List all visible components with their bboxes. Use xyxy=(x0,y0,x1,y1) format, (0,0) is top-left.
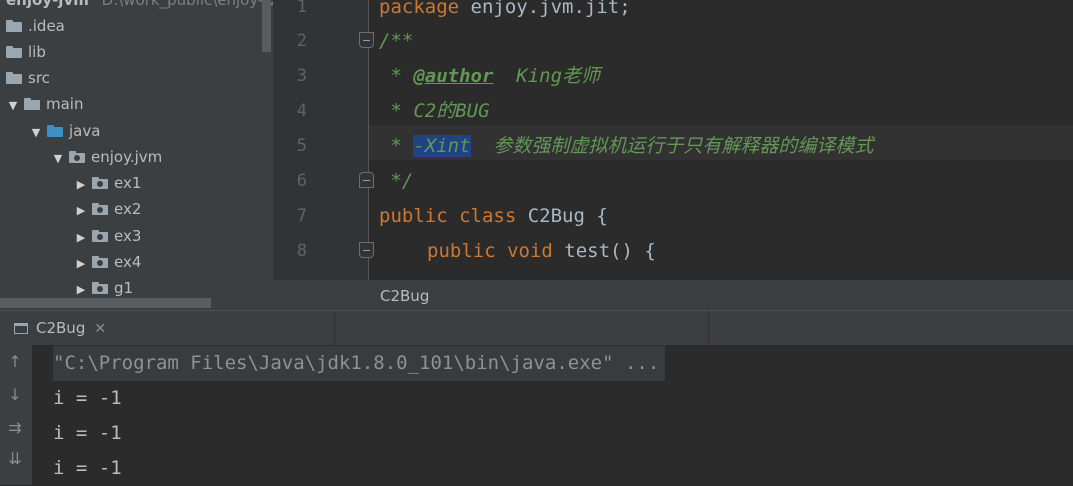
keyword-token: public xyxy=(379,205,448,227)
console-output-line: i = -1 xyxy=(53,387,122,409)
folder-icon xyxy=(6,20,22,32)
line-number: 8 xyxy=(296,241,307,261)
run-window-header: C2Bug ✕ xyxy=(0,310,1073,345)
tree-item-label: main xyxy=(46,95,84,113)
folder-icon xyxy=(6,46,22,58)
code-line-4: * C2的BUG xyxy=(379,100,490,122)
tree-vertical-scrollbar[interactable] xyxy=(262,0,271,52)
package-icon xyxy=(92,282,108,294)
console-command-line: "C:\Program Files\Java\jdk1.8.0_101\bin\… xyxy=(53,346,666,381)
code-token: test() { xyxy=(552,240,656,262)
tree-root-path: D:\work_public\enjoy-jvm xyxy=(101,0,273,9)
console-output[interactable]: "C:\Program Files\Java\jdk1.8.0_101\bin\… xyxy=(32,345,1073,485)
tree-item-lib[interactable]: lib xyxy=(6,39,46,65)
tree-item-label: enjoy.jvm xyxy=(91,148,163,166)
arrow-up-icon[interactable]: ↑ xyxy=(5,352,25,372)
code-token: enjoy.jvm.jit; xyxy=(459,0,631,18)
keyword-token: void xyxy=(507,240,553,262)
line-number: 7 xyxy=(296,206,307,226)
package-icon xyxy=(92,203,108,215)
fold-collapse-icon[interactable] xyxy=(359,32,374,48)
line-number: 2 xyxy=(296,31,307,51)
fold-collapse-icon[interactable] xyxy=(359,242,374,258)
tree-item-label: src xyxy=(28,69,50,87)
breadcrumb-class-label[interactable]: C2Bug xyxy=(380,280,429,312)
code-line-3: * @author King老师 xyxy=(379,59,600,94)
expand-arrow-icon[interactable]: ▼ xyxy=(29,120,43,146)
line-number: 4 xyxy=(296,101,307,121)
tree-item-label: .idea xyxy=(28,17,65,35)
tree-item-label: ex1 xyxy=(114,174,142,192)
code-line-6: */ xyxy=(379,170,414,192)
package-icon xyxy=(92,256,108,268)
doc-token: * xyxy=(379,135,414,157)
tree-horizontal-scrollbar[interactable] xyxy=(0,298,211,308)
project-tree-panel: enjoy-jvm D:\work_public\enjoy-jvm .idea… xyxy=(0,0,273,310)
run-side-toolbar: ↑ ↓ ⇉ ⇊ xyxy=(0,345,32,485)
keyword-token: package xyxy=(379,0,460,18)
code-line-1: package enjoy.jvm.jit; xyxy=(379,0,631,25)
tree-item-ex4[interactable]: ▶ ex4 xyxy=(74,249,142,277)
code-line-8: public void test() { xyxy=(427,234,656,269)
doc-tag-token: @author xyxy=(413,65,494,87)
tree-item-label: ex4 xyxy=(114,253,142,271)
arrow-down-icon[interactable]: ↓ xyxy=(5,385,25,405)
tree-item-main[interactable]: ▼ main xyxy=(6,91,84,119)
line-number: 5 xyxy=(296,136,307,156)
code-editor[interactable]: 1 2 3 4 5 6 7 8 package enjoy.jvm.jit; /… xyxy=(273,0,1073,280)
package-icon xyxy=(69,151,85,163)
tree-item-ex1[interactable]: ▶ ex1 xyxy=(74,170,142,198)
tree-item-java[interactable]: ▼ java xyxy=(29,118,101,146)
tree-root-label: enjoy-jvm xyxy=(6,0,89,9)
tree-item-label: ex2 xyxy=(114,200,142,218)
line-number: 6 xyxy=(296,171,307,191)
doc-token: King老师 xyxy=(493,65,601,87)
collapsed-arrow-icon[interactable]: ▶ xyxy=(74,251,88,277)
tree-item-ex3[interactable]: ▶ ex3 xyxy=(74,223,142,251)
console-output-line: i = -1 xyxy=(53,422,122,444)
tree-item-label: lib xyxy=(28,43,46,61)
code-token: C2Bug { xyxy=(516,205,608,227)
scroll-to-end-icon[interactable]: ⇊ xyxy=(5,449,25,469)
doc-token: 参数强制虚拟机运行于只有解释器的编译模式 xyxy=(470,135,874,157)
editor-breadcrumb-bar: C2Bug xyxy=(273,280,1073,310)
tree-root-row[interactable]: enjoy-jvm D:\work_public\enjoy-jvm xyxy=(6,0,273,13)
tree-item-label: java xyxy=(69,122,101,140)
doc-token: * xyxy=(379,65,414,87)
console-output-line: i = -1 xyxy=(53,457,122,479)
tree-item-idea[interactable]: .idea xyxy=(6,13,65,39)
line-number: 1 xyxy=(296,0,307,17)
source-folder-icon xyxy=(47,125,63,137)
run-tab-label: C2Bug xyxy=(36,319,86,337)
keyword-token: class xyxy=(459,205,517,227)
tree-item-label: g1 xyxy=(114,279,134,297)
run-tab-c2bug[interactable]: C2Bug ✕ xyxy=(14,311,106,345)
header-divider xyxy=(334,311,335,345)
expand-arrow-icon[interactable]: ▼ xyxy=(6,93,20,119)
keyword-token: public xyxy=(427,240,496,262)
expand-arrow-icon[interactable]: ▼ xyxy=(51,146,65,172)
code-line-2: /** xyxy=(379,30,414,52)
folder-icon xyxy=(6,72,22,84)
collapsed-arrow-icon[interactable]: ▶ xyxy=(74,198,88,224)
collapsed-arrow-icon[interactable]: ▶ xyxy=(74,225,88,251)
line-number: 3 xyxy=(296,66,307,86)
tree-item-enjoy-jvm[interactable]: ▼ enjoy.jvm xyxy=(51,144,162,170)
soft-wrap-icon[interactable]: ⇉ xyxy=(5,418,25,438)
tree-item-ex2[interactable]: ▶ ex2 xyxy=(74,196,142,224)
package-icon xyxy=(92,177,108,189)
collapsed-arrow-icon[interactable]: ▶ xyxy=(74,172,88,198)
selected-text: -Xint xyxy=(413,135,471,157)
header-divider xyxy=(708,311,709,345)
fold-end-icon[interactable] xyxy=(359,172,374,188)
folder-icon xyxy=(24,98,40,110)
code-line-7: public class C2Bug { xyxy=(379,199,608,234)
tree-item-src[interactable]: src xyxy=(6,65,50,91)
close-icon[interactable]: ✕ xyxy=(94,312,106,346)
console-icon xyxy=(14,323,28,334)
code-line-5: * -Xint 参数强制虚拟机运行于只有解释器的编译模式 xyxy=(379,129,873,164)
package-icon xyxy=(92,230,108,242)
tree-item-label: ex3 xyxy=(114,227,142,245)
